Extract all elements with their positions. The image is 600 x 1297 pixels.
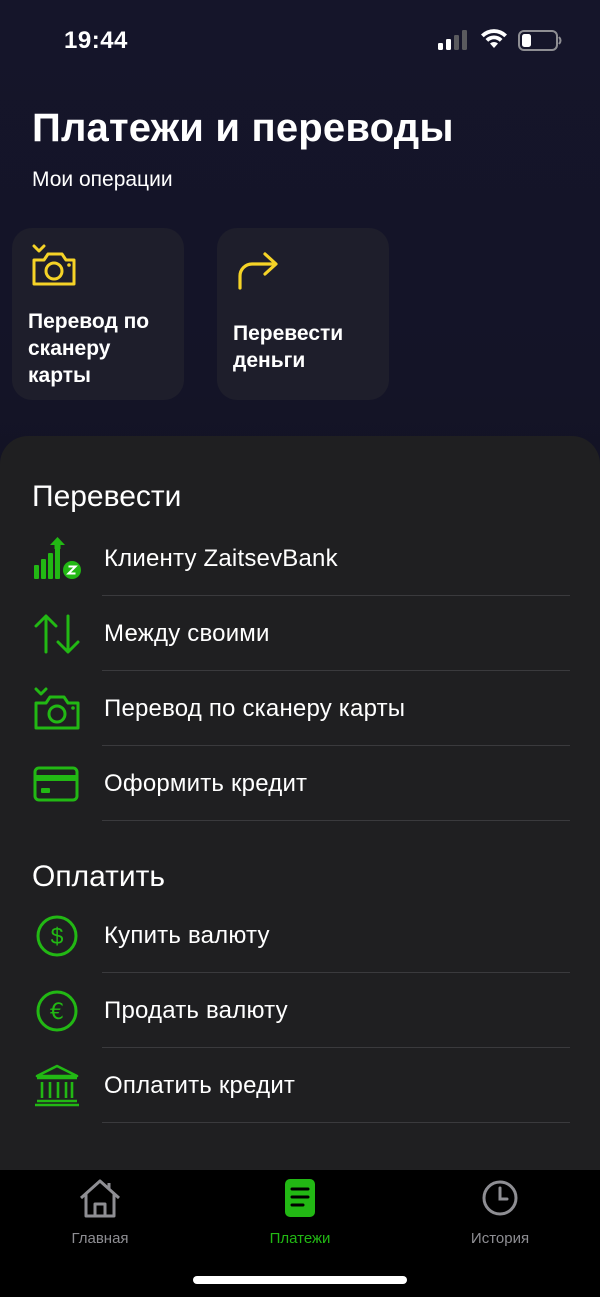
list-item-label: Оплатить кредит [104,1072,296,1099]
payments-icon [285,1179,315,1217]
list-item-label: Оформить кредит [104,770,308,797]
bank-icon [35,1064,79,1107]
tab-label: Платежи [269,1230,331,1247]
tab-payments[interactable]: Платежи [230,1178,370,1248]
forward-arrow-icon [238,252,278,290]
section-title-pay: Оплатить [32,860,165,893]
clock-icon [482,1180,518,1216]
quick-action-card-transfer[interactable]: Перевести деньги [217,228,389,400]
list-item-label: Между своими [104,620,270,647]
list-item-pay-credit[interactable]: Оплатить кредит [0,1048,600,1123]
section-title-transfer: Перевести [32,480,182,513]
list-item-label: Купить валюту [104,922,270,949]
list-item-label: Продать валюту [104,997,288,1024]
page-subtitle: Мои операции [32,168,173,191]
list-item-label: Клиенту ZaitsevBank [104,545,338,572]
zaitsevbank-client-icon [34,537,81,579]
tab-label: Главная [71,1230,129,1247]
svg-text:$: $ [51,923,64,949]
tab-home[interactable]: Главная [30,1178,170,1248]
quick-action-label: Перевести деньги [233,322,344,372]
row-divider [102,1122,570,1123]
dollar-icon: $ [36,915,78,957]
svg-text:€: € [50,1000,64,1025]
tab-label: История [470,1230,530,1247]
euro-icon: € [36,990,78,1032]
list-item-between-own[interactable]: Между своими [0,596,600,671]
list-item-card-scan[interactable]: Перевод по сканеру карты [0,671,600,746]
camera-icon [32,244,76,286]
payments-screen: 19:44 Платежи и переводы Мои операции Пе… [0,0,600,1297]
wifi-icon [481,29,507,48]
list-item-get-credit[interactable]: Оформить кредит [0,746,600,821]
list-item-zaitsevbank-client[interactable]: Клиенту ZaitsevBank [0,521,600,596]
tab-history[interactable]: История [430,1178,570,1248]
battery-icon [518,30,562,51]
list-item-buy-currency[interactable]: $ Купить валюту [0,898,600,973]
operations-sheet: Перевести Клиенту ZaitsevBank Между свои… [0,436,600,1196]
quick-action-card-scan[interactable]: Перевод по сканеру карты [12,228,184,400]
camera-icon [34,687,80,730]
quick-action-label: Перевод по сканеру карты [28,310,150,387]
list-item-sell-currency[interactable]: € Продать валюту [0,973,600,1048]
status-time: 19:44 [64,27,128,54]
swap-arrows-icon [34,614,80,654]
credit-card-icon [33,766,79,802]
page-title: Платежи и переводы [32,106,454,150]
list-item-label: Перевод по сканеру карты [104,695,406,722]
home-icon [79,1179,121,1218]
row-divider [102,820,570,821]
home-indicator[interactable] [193,1276,407,1284]
status-bar: 19:44 [0,0,600,80]
cellular-signal-icon [438,30,467,50]
